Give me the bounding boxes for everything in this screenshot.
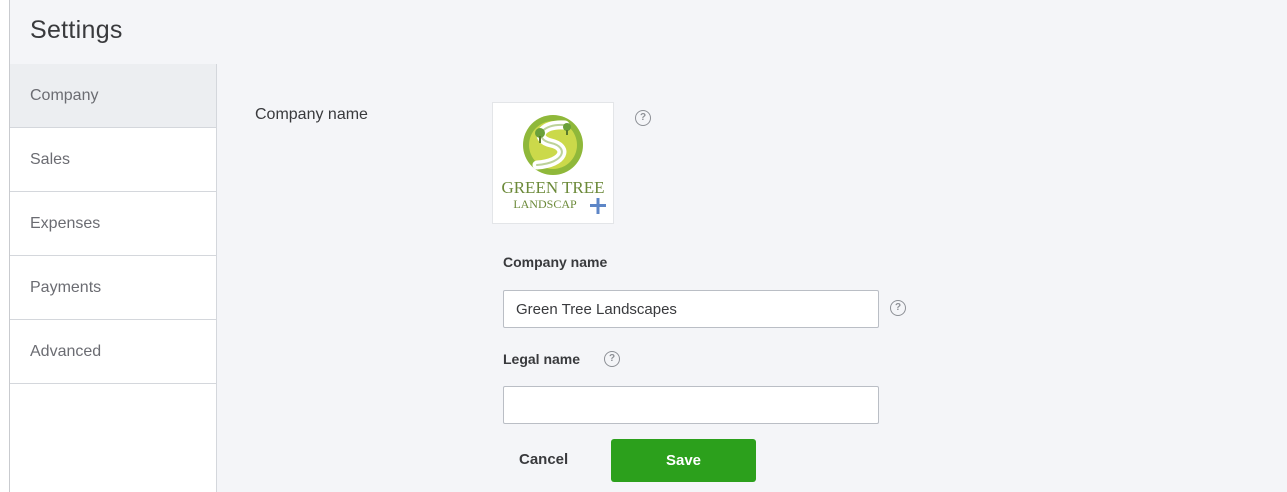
- settings-content: Company name GREEN TREE LANDSCAP ? Compa…: [217, 64, 1287, 492]
- settings-panel: Settings Company Sales Expenses Payments…: [9, 0, 1287, 492]
- sidebar-item-payments[interactable]: Payments: [10, 256, 216, 320]
- sidebar-item-sales[interactable]: Sales: [10, 128, 216, 192]
- settings-header: Settings: [10, 0, 1287, 64]
- legal-name-input[interactable]: [503, 386, 879, 424]
- logo-text-line2: LANDSCAP: [513, 197, 577, 211]
- company-name-label: Company name: [503, 254, 608, 270]
- page-title: Settings: [30, 16, 123, 44]
- cancel-button[interactable]: Cancel: [513, 450, 574, 469]
- question-circle-icon[interactable]: ?: [890, 300, 906, 316]
- company-name-input[interactable]: [503, 290, 879, 328]
- sidebar-item-company[interactable]: Company: [10, 64, 216, 128]
- company-logo[interactable]: GREEN TREE LANDSCAP: [492, 102, 614, 224]
- company-logo-image: GREEN TREE LANDSCAP: [501, 115, 608, 216]
- question-circle-icon[interactable]: ?: [604, 351, 620, 367]
- settings-sidebar: Company Sales Expenses Payments Advanced: [10, 64, 217, 492]
- section-label-company-name: Company name: [255, 106, 368, 123]
- sidebar-item-advanced[interactable]: Advanced: [10, 320, 216, 384]
- question-circle-icon[interactable]: ?: [635, 110, 651, 126]
- legal-name-label: Legal name: [503, 351, 581, 367]
- plus-icon[interactable]: [588, 196, 608, 216]
- save-button[interactable]: Save: [611, 439, 756, 482]
- logo-text-line1: GREEN TREE: [501, 178, 604, 197]
- sidebar-item-expenses[interactable]: Expenses: [10, 192, 216, 256]
